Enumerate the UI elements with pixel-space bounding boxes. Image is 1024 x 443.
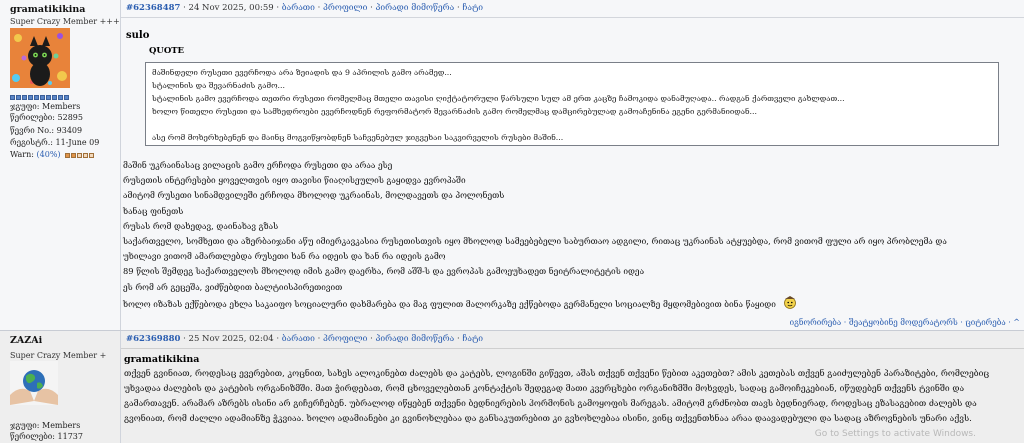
pm-link[interactable]: პირადი მიმოწერა [375,334,454,344]
body-line: ეს რომ არ გეცეშა, ვიძწებდით ბალტიისპირეთ… [123,281,343,292]
warn-segment [89,152,95,158]
post-body: მაშინ უკრაინასაც ვილაცის გამო ერჩოდა რუს… [123,158,947,310]
reply-link[interactable]: ბარათი [282,3,315,13]
author-warn: Warn: (40%) [10,150,95,159]
author-rank: Super Crazy Member +++ [10,17,120,26]
author-rank: Super Crazy Member + [10,351,107,360]
profile-link[interactable]: პროფილი [323,334,367,344]
rank-stars [10,95,69,100]
warn-percent[interactable]: (40%) [37,150,61,159]
author-posts: წერილები: 52895 [10,113,83,122]
quote-line: ხოლო წითელი რუსეთი და სამხედროები ევერჩო… [152,107,757,116]
chat-link[interactable]: ჩატი [462,334,483,344]
post-link[interactable]: #62369880 [126,334,180,344]
body-line: ამიტომ რუსეთი სინამდვილეში ერჩოდა მხოლოდ… [123,190,505,201]
post-header: #62368487 · 24 Nov 2025, 00:59 · ბარათი … [121,0,1024,18]
author-posts: წერილები: 11737 [10,432,83,441]
avatar [10,28,70,88]
author-group: ჯგუფი: Members [10,421,81,430]
post-link[interactable]: #62368487 [126,3,180,13]
pm-link[interactable]: პირადი მიმოწერა [375,3,454,13]
warn-segment [65,152,71,158]
body-line-last: ხოლო იზაზას ექწებოდა ეხლა საკაიფო სოციალ… [123,295,947,310]
body-line: რუსეთის ინტერესები ყოველთვის იყო თავისი … [123,175,466,186]
post-62369880: ZAZAi Super Crazy Member + ჯგუფი: Member… [0,331,1024,443]
quote-button[interactable]: ციტირება [965,318,1005,327]
quote-line: ასე რომ მოხერხებენენ და მაინც მოგვიწყობდ… [152,133,564,142]
warn-segment [71,152,77,158]
author-panel: gramatikikina Super Crazy Member +++ ჯგუ… [0,0,121,330]
report-link[interactable]: შეატყობინე მოდერატორს [849,318,958,327]
post-header: #62369880 · 25 Nov 2025, 02:04 · ბარათი … [121,331,1024,349]
profile-link[interactable]: პროფილი [323,3,367,13]
separator: · [841,318,849,327]
quoted-author: sulo [126,30,150,41]
post-date: · 24 Nov 2025, 00:59 · [180,3,282,13]
body-line: მაშინ უკრაინასაც ვილაცის გამო ერჩოდა რუს… [123,160,393,170]
post-actions: იგნორირება · შეატყობინე მოდერატორს · ციტ… [790,318,1020,327]
body-line: საქართველო, სომხეთი და აზერბაიჯანი აწუ ი… [123,235,947,246]
quote-line: მაშინდელი რუსეთი ევერჩოდა არა ზეიადის და… [152,68,452,77]
warn-label: Warn: [10,150,34,159]
reply-link[interactable]: ბარათი [282,334,315,344]
chat-link[interactable]: ჩატი [462,3,483,13]
author-username[interactable]: gramatikikina [10,4,85,15]
author-member-no: წევრი No.: 93409 [10,126,83,135]
body-line: ხანაც ფინეთს [123,205,184,216]
smiley-icon [782,295,798,314]
author-username[interactable]: ZAZAi [10,335,42,346]
warn-segment [77,152,83,158]
author-panel: ZAZAi Super Crazy Member + ჯგუფი: Member… [0,331,121,443]
avatar [10,361,58,405]
quote-line [152,118,992,131]
quote-line: სტალინის და შევარნაძის გამო... [152,81,285,90]
post-body: თქვენ გვინიათ, როდესაც ევერებით, კოცნით,… [124,369,990,424]
warn-segment [83,152,89,158]
os-watermark: Go to Settings to activate Windows. [814,429,976,439]
post-date: · 25 Nov 2025, 02:04 · [180,334,282,344]
separator: · [314,3,323,13]
author-group: ჯგუფი: Members [10,102,81,111]
quote-label: QUOTE [149,46,185,56]
author-joined: რეგისტრ.: 11-June 09 [10,138,100,147]
post-content: #62369880 · 25 Nov 2025, 02:04 · ბარათი … [121,331,1024,443]
post-62368487: gramatikikina Super Crazy Member +++ ჯგუ… [0,0,1024,331]
scroll-top-link[interactable]: ^ [1013,318,1020,327]
body-line: 89 წლის შემდეგ საქართველოს მხოლოდ იმის გ… [123,266,645,277]
quote-line: სტალინის გამო ევერჩოდა თეთრი რუსეთი რომე… [152,94,845,103]
ignore-link[interactable]: იგნორირება [790,318,842,327]
post-content: #62368487 · 24 Nov 2025, 00:59 · ბარათი … [121,0,1024,330]
body-line: რუსას რომ დახედავ, დაინახავ გზას [123,220,279,231]
body-line: უხილავი ვითომ ამართლებდა რუსეთი ხან რა ი… [123,251,446,262]
separator: · [314,334,323,344]
quoted-author: gramatikikina [124,354,200,365]
warn-level-bar [65,152,95,158]
body-line-text: ხოლო იზაზას ექწებოდა ეხლა საკაიფო სოციალ… [123,298,776,309]
quote-block: მაშინდელი რუსეთი ევერჩოდა არა ზეიადის და… [145,62,999,146]
